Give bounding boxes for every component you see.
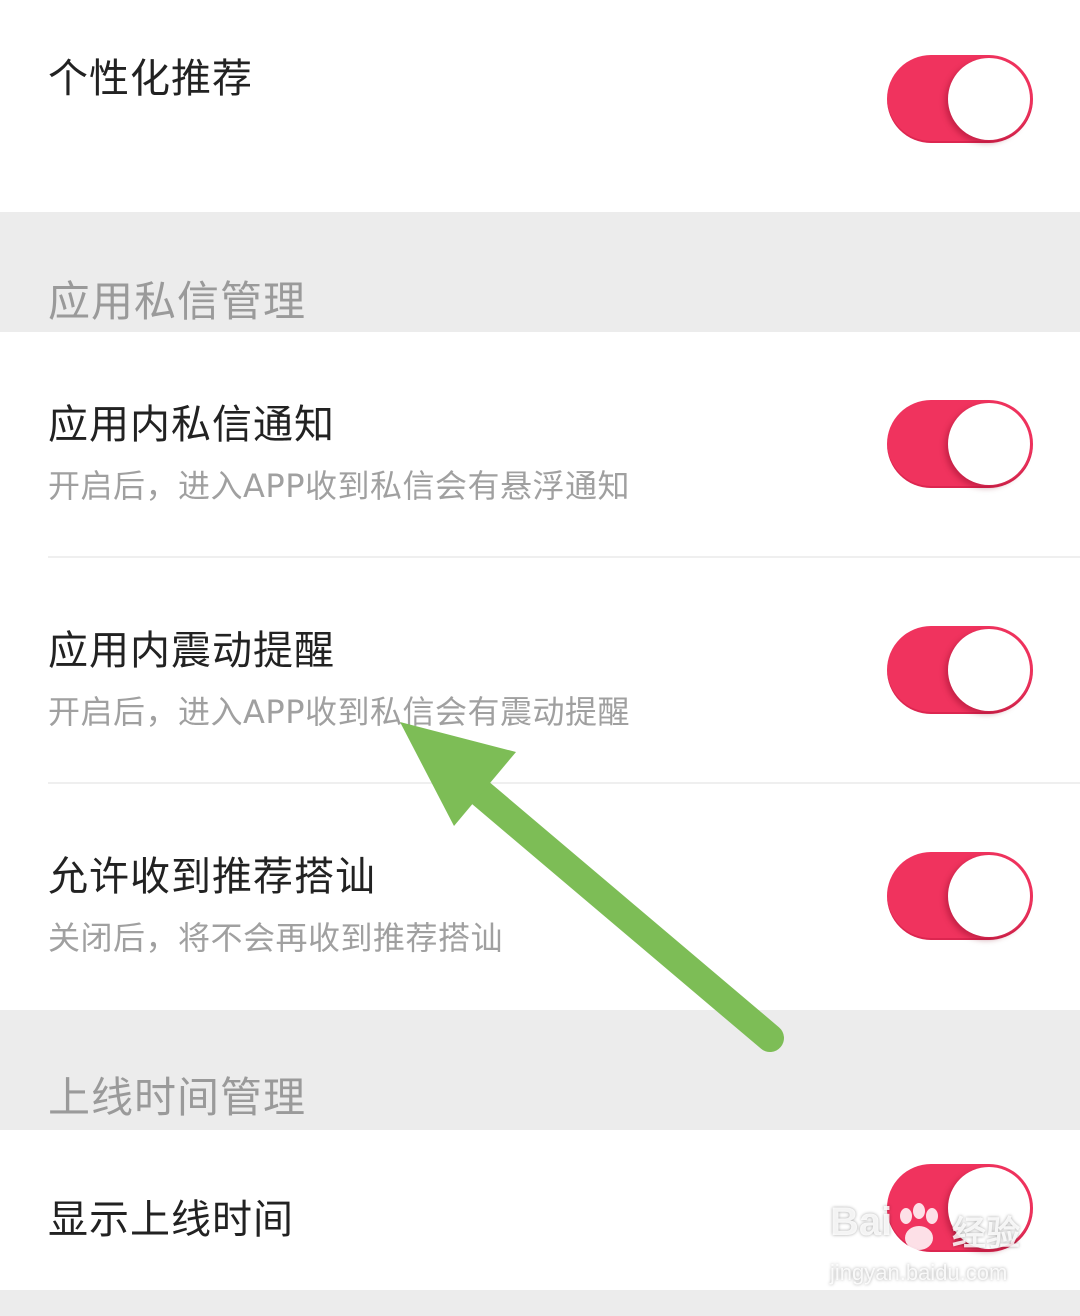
section-title-messages: 应用私信管理 <box>48 277 307 326</box>
setting-title-recommend-chat: 允许收到推荐搭讪 <box>48 854 376 900</box>
paw-icon <box>900 1203 938 1250</box>
watermark-logo-text: Bai <box>830 1200 893 1244</box>
setting-title-vibration: 应用内震动提醒 <box>48 628 335 674</box>
setting-row-personalized: 个性化推荐 <box>0 0 1080 212</box>
toggle-knob <box>948 403 1030 485</box>
section-header-messages: 应用私信管理 <box>0 212 1080 332</box>
toggle-knob <box>948 58 1030 140</box>
toggle-vibration[interactable] <box>887 626 1033 714</box>
setting-desc-recommend-chat: 关闭后，将不会再收到推荐搭讪 <box>48 919 504 957</box>
toggle-knob <box>948 855 1030 937</box>
setting-title-message-notify: 应用内私信通知 <box>48 402 335 448</box>
setting-row-recommend-chat: 允许收到推荐搭讪 关闭后，将不会再收到推荐搭讪 <box>0 784 1080 1010</box>
setting-row-vibration: 应用内震动提醒 开启后，进入APP收到私信会有震动提醒 <box>0 558 1080 784</box>
toggle-knob <box>948 629 1030 711</box>
section-header-online: 上线时间管理 <box>0 1010 1080 1130</box>
section-title-online: 上线时间管理 <box>48 1073 307 1122</box>
watermark-url: jingyan.baidu.com <box>830 1260 1008 1285</box>
setting-title-personalized: 个性化推荐 <box>48 56 253 102</box>
setting-desc-message-notify: 开启后，进入APP收到私信会有悬浮通知 <box>48 467 630 505</box>
setting-title-show-online: 显示上线时间 <box>48 1197 294 1243</box>
setting-row-message-notify: 应用内私信通知 开启后，进入APP收到私信会有悬浮通知 <box>0 332 1080 558</box>
baidu-jingyan-watermark: Bai 经验 jingyan.baidu.com <box>830 1200 1060 1296</box>
toggle-message-notify[interactable] <box>887 400 1033 488</box>
toggle-personalized[interactable] <box>887 55 1033 143</box>
setting-desc-vibration: 开启后，进入APP收到私信会有震动提醒 <box>48 693 630 731</box>
watermark-logo-suffix: 经验 <box>952 1214 1020 1254</box>
toggle-recommend-chat[interactable] <box>887 852 1033 940</box>
